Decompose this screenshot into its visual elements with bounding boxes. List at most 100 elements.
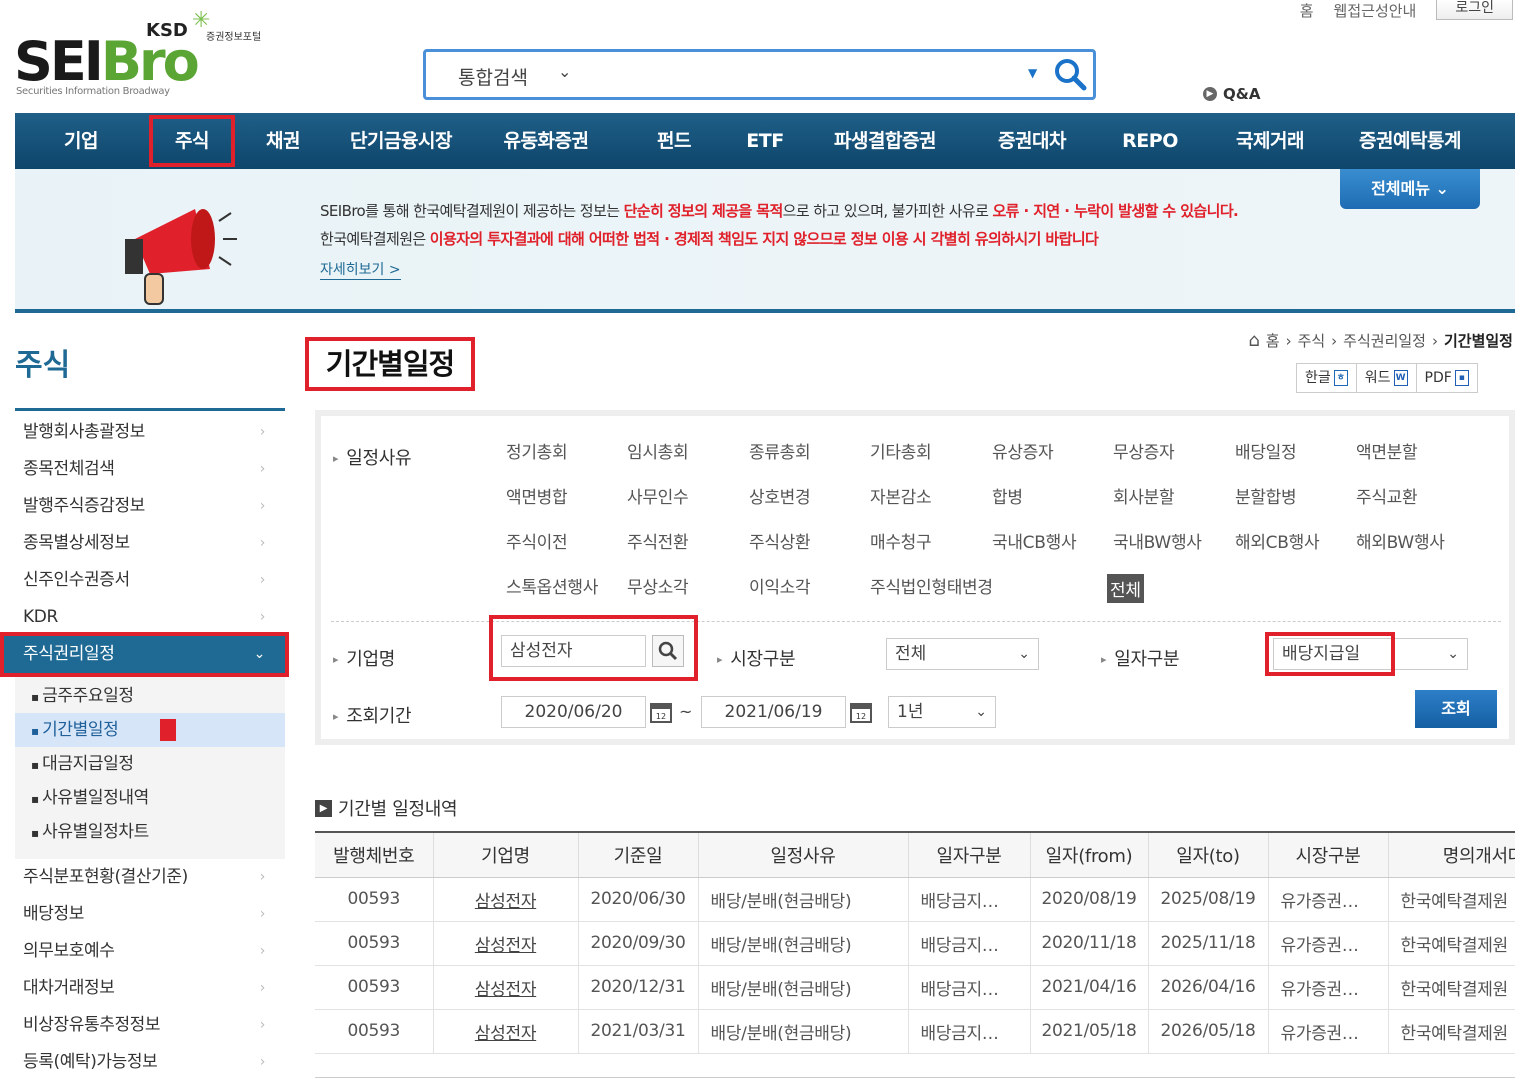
table-row[interactable]: 00593 삼성전자 2020/06/30 배당/분배(현금배당) 배당금지… 2020/…	[315, 877, 1515, 922]
company-link[interactable]: 삼성전자	[433, 877, 579, 922]
date-from-input[interactable]: 2020/06/20	[501, 696, 646, 728]
reason-option[interactable]: 임시총회	[627, 438, 689, 463]
company-link[interactable]: 삼성전자	[433, 965, 579, 1010]
column-header[interactable]: 일자구분	[908, 833, 1031, 878]
pdf-export-button[interactable]: PDF ▪	[1417, 364, 1477, 392]
nav-item-8[interactable]: 파생결합증권	[801, 113, 969, 169]
breadcrumb-item[interactable]: 주식권리일정	[1343, 330, 1426, 351]
table-row[interactable]: 00593 삼성전자 2021/03/31 배당/분배(현금배당) 배당금지… 2021/…	[315, 1009, 1515, 1054]
sidebar-item-active[interactable]: 주식권리일정 ⌄	[0, 632, 289, 677]
table-row[interactable]: 00593 삼성전자 2020/09/30 배당/분배(현금배당) 배당금지… 2020/…	[315, 921, 1515, 966]
reason-option[interactable]: 국내CB행사	[992, 528, 1077, 553]
nav-item-7[interactable]: ETF	[729, 113, 801, 169]
reason-option[interactable]: 회사분할	[1113, 483, 1175, 508]
hwp-export-button[interactable]: 한글 ㅎ	[1297, 364, 1357, 392]
all-menu-button[interactable]: 전체메뉴 ⌄	[1340, 169, 1480, 209]
column-header[interactable]: 발행체번호	[315, 833, 434, 878]
reason-option[interactable]: 분할합병	[1235, 483, 1297, 508]
search-type-select[interactable]: 통합검색	[458, 63, 528, 90]
sidebar-item[interactable]: 비상장유통추정정보 ›	[15, 1007, 285, 1044]
reason-option[interactable]: 매수청구	[870, 528, 932, 553]
reason-option[interactable]: 배당일정	[1235, 438, 1297, 463]
reason-option[interactable]: 주식전환	[627, 528, 689, 553]
accessibility-link[interactable]: 웹접근성안내	[1334, 0, 1417, 21]
column-header[interactable]: 기준일	[578, 833, 699, 878]
reason-option[interactable]: 주식교환	[1356, 483, 1418, 508]
results-table-wrapper[interactable]: 발행체번호 기업명 기준일 일정사유 일자구분 일자(from) 일자(to) 시장구분 명의개…	[315, 831, 1515, 1061]
sidebar-item[interactable]: 의무보호예수 ›	[15, 933, 285, 970]
login-button[interactable]: 로그인	[1436, 0, 1513, 20]
nav-item-10[interactable]: REPO	[1095, 113, 1205, 169]
sidebar-item[interactable]: 배당정보 ›	[15, 896, 285, 933]
search-icon[interactable]	[1052, 56, 1088, 92]
sidebar-item[interactable]: 신주인수권증서 ›	[15, 562, 285, 599]
sidebar-item[interactable]: 발행회사총괄정보 ›	[15, 414, 285, 451]
reason-option[interactable]: 정기총회	[506, 438, 568, 463]
company-input[interactable]: 삼성전자	[501, 635, 646, 667]
nav-item-12[interactable]: 증권예탁통계	[1335, 113, 1485, 169]
reason-option[interactable]: 유상증자	[992, 438, 1054, 463]
sidebar-item[interactable]: 주식분포현황(결산기준) ›	[15, 859, 285, 896]
sidebar-subitem[interactable]: ▪ 사유별일정차트	[15, 815, 285, 849]
sidebar-subitem[interactable]: ▪ 기간별일정	[15, 713, 285, 747]
reason-option[interactable]: 해외BW행사	[1356, 528, 1445, 553]
reason-option[interactable]: 기타총회	[870, 438, 932, 463]
home-link[interactable]: 홈	[1300, 0, 1314, 21]
nav-item-9[interactable]: 증권대차	[969, 113, 1095, 169]
nav-item-11[interactable]: 국제거래	[1205, 113, 1335, 169]
column-header[interactable]: 명의개서대리	[1388, 833, 1515, 878]
column-header[interactable]: 일자(from)	[1030, 833, 1149, 878]
breadcrumb-item[interactable]: 주식	[1298, 330, 1326, 351]
reason-option[interactable]: 사무인수	[627, 483, 689, 508]
nav-item-5[interactable]: 유동화증권	[473, 113, 619, 169]
company-search-icon[interactable]	[652, 635, 684, 667]
sidebar-item[interactable]: 발행주식증감정보 ›	[15, 488, 285, 525]
sidebar-item[interactable]: 종목전체검색 ›	[15, 451, 285, 488]
reason-option[interactable]: 주식이전	[506, 528, 568, 553]
nav-item-6[interactable]: 펀드	[619, 113, 729, 169]
reason-option[interactable]: 액면분할	[1356, 438, 1418, 463]
seibro-logo[interactable]: ✳ KSD 증권정보포털 SEIBro Securities Informati…	[14, 8, 284, 103]
sidebar-item[interactable]: 종목별상세정보 ›	[15, 525, 285, 562]
nav-item-1[interactable]: 기업	[15, 113, 147, 169]
autocomplete-toggle-icon[interactable]: ▼	[1028, 66, 1037, 80]
nav-item-2[interactable]: 주식	[147, 113, 237, 169]
reason-option[interactable]: 종류총회	[749, 438, 811, 463]
reason-option[interactable]: 전체	[1107, 574, 1144, 603]
company-link[interactable]: 삼성전자	[433, 1009, 579, 1054]
column-header[interactable]: 일자(to)	[1148, 833, 1269, 878]
reason-option[interactable]: 이익소각	[749, 573, 811, 598]
period-select[interactable]: 1년 ⌄	[888, 696, 996, 728]
sidebar-item[interactable]: 등록(예탁)가능정보 ›	[15, 1044, 285, 1081]
chevron-down-icon[interactable]: ⌄	[558, 62, 571, 81]
column-header[interactable]: 일정사유	[698, 833, 909, 878]
reason-option[interactable]: 무상증자	[1113, 438, 1175, 463]
reason-option[interactable]: 국내BW행사	[1113, 528, 1202, 553]
calendar-icon[interactable]: 12	[649, 700, 673, 724]
calendar-icon[interactable]: 12	[849, 700, 873, 724]
reason-option[interactable]: 액면병합	[506, 483, 568, 508]
reason-option[interactable]: 주식법인형태변경	[870, 573, 993, 598]
table-row[interactable]: 00593 삼성전자 2020/12/31 배당/분배(현금배당) 배당금지… 2021/…	[315, 965, 1515, 1010]
search-input[interactable]	[596, 60, 1016, 90]
company-link[interactable]: 삼성전자	[433, 921, 579, 966]
reason-option[interactable]: 무상소각	[627, 573, 689, 598]
date-to-input[interactable]: 2021/06/19	[701, 696, 846, 728]
reason-option[interactable]: 합병	[992, 483, 1023, 508]
sidebar-subitem[interactable]: ▪ 금주주요일정	[15, 679, 285, 713]
nav-item-3[interactable]: 채권	[237, 113, 329, 169]
reason-option[interactable]: 자본감소	[870, 483, 932, 508]
word-export-button[interactable]: 워드 W	[1357, 364, 1417, 392]
nav-item-4[interactable]: 단기금융시장	[329, 113, 473, 169]
more-link[interactable]: 자세히보기 >	[320, 259, 401, 280]
qa-link[interactable]: ▶ Q&A	[1203, 85, 1260, 103]
market-select[interactable]: 전체 ⌄	[886, 638, 1039, 670]
breadcrumb-item[interactable]: 홈	[1266, 330, 1280, 351]
reason-option[interactable]: 스톡옵션행사	[506, 573, 598, 598]
sidebar-subitem[interactable]: ▪ 사유별일정내역	[15, 781, 285, 815]
reason-option[interactable]: 해외CB행사	[1235, 528, 1320, 553]
sidebar-item[interactable]: KDR ›	[15, 599, 285, 636]
reason-option[interactable]: 주식상환	[749, 528, 811, 553]
column-header[interactable]: 시장구분	[1268, 833, 1389, 878]
home-icon[interactable]: ⌂	[1248, 330, 1259, 351]
